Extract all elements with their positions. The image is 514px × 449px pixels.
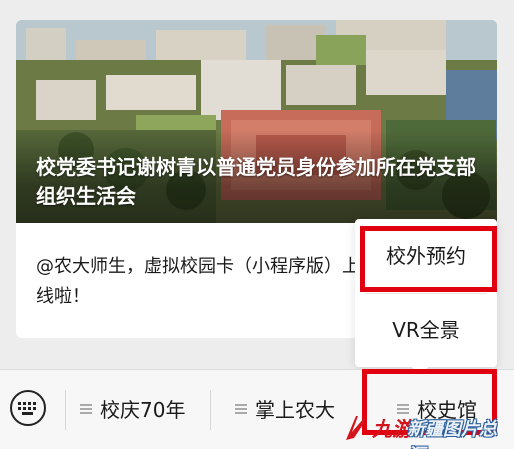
keyboard-toggle-button[interactable] [10, 390, 46, 426]
menu-lines-icon [80, 404, 92, 415]
keyboard-icon [18, 402, 36, 415]
menu-divider [210, 390, 211, 430]
menu-item-label: 校庆70年 [100, 398, 186, 422]
menu-lines-icon [235, 404, 247, 415]
menu-item-label: 掌上农大 [255, 398, 335, 422]
top-strip [0, 0, 514, 22]
watermark-logo-icon [346, 416, 366, 440]
watermark-logo-text: 九游 [372, 417, 412, 441]
watermark: 九游 新疆图片总汇 [342, 410, 512, 449]
article-headline: 校党委书记谢树青以普通党员身份参加所在党支部组织生活会 [36, 155, 476, 208]
menu-item-mobile-cau[interactable]: 掌上农大 [235, 370, 335, 449]
menu-item-anniversary[interactable]: 校庆70年 [80, 370, 185, 449]
submenu-item-vr-panorama[interactable]: VR全景 [355, 293, 497, 367]
watermark-text: 新疆图片总汇 [407, 419, 497, 449]
article-summary: @农大师生，虚拟校园卡（小程序版）上线啦！ [36, 256, 360, 307]
hero-image: 校党委书记谢树青以普通党员身份参加所在党支部组织生活会 [16, 20, 497, 223]
highlight-box-offcampus-booking [360, 226, 497, 292]
menu-divider [65, 390, 66, 430]
